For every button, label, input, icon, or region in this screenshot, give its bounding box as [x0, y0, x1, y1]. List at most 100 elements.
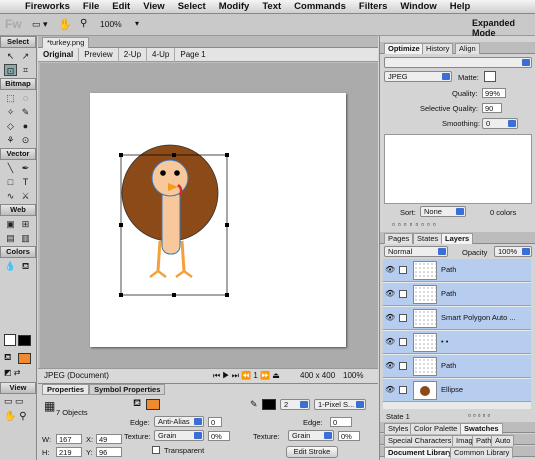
eraser-tool-icon[interactable]: ◇ [4, 120, 17, 132]
tab-history[interactable]: History [422, 43, 454, 54]
brush-tool-icon[interactable]: ✎ [19, 106, 32, 118]
preset-dropdown[interactable] [384, 57, 532, 68]
eye-icon[interactable]: 👁 [385, 289, 395, 298]
rubber-stamp-icon[interactable]: ⚘ [4, 134, 17, 146]
sort-dropdown[interactable]: None [420, 206, 466, 217]
paint-bucket-icon[interactable]: ⛾ [19, 260, 32, 272]
tab-color-palette[interactable]: Color Palette [410, 423, 462, 434]
lock-checkbox[interactable] [399, 338, 407, 346]
tab-layers[interactable]: Layers [441, 233, 474, 244]
layer-row[interactable]: 👁 Path [383, 259, 531, 282]
knife-tool-icon[interactable]: ⚔ [19, 190, 32, 202]
eye-icon[interactable]: 👁 [385, 361, 395, 370]
status-zoom[interactable]: 100% [343, 369, 363, 382]
pen-tool-icon[interactable]: ✒ [19, 162, 32, 174]
menu-help[interactable]: Help [450, 1, 471, 12]
edge-dropdown[interactable]: Anti-Alias [154, 416, 204, 427]
lock-checkbox[interactable] [399, 290, 407, 298]
rectangle-tool-icon[interactable]: □ [4, 176, 17, 188]
selective-quality-field[interactable]: 90 [482, 103, 502, 113]
frame-controls[interactable]: ⏮ ▶ ⏭ ⏪ 1 ⏩ ⏏ [213, 369, 280, 382]
menu-view[interactable]: View [143, 1, 164, 12]
tab-symbol-properties[interactable]: Symbol Properties [89, 384, 166, 395]
hand-tool-icon[interactable]: ✋ ⚲ [4, 411, 27, 422]
color-table-tools-icon[interactable]: ▫▫▫▫▫▫▫▫ [392, 220, 439, 229]
menu-filters[interactable]: Filters [359, 1, 388, 12]
lock-checkbox[interactable] [399, 266, 407, 274]
transparent-checkbox[interactable] [152, 446, 160, 454]
tab-common-library[interactable]: Common Library [450, 447, 514, 458]
slice-tool-icon[interactable]: ⊞ [19, 218, 32, 230]
layer-row[interactable]: 👁 Path [383, 283, 531, 306]
menu-select[interactable]: Select [178, 1, 206, 12]
tab-states[interactable]: States [413, 233, 443, 244]
freeform-tool-icon[interactable]: ∿ [4, 190, 17, 202]
zoom-icon[interactable]: ⚲ [80, 18, 87, 29]
canvas-size[interactable]: 400 x 400 [300, 369, 335, 382]
menu-commands[interactable]: Commands [294, 1, 346, 12]
stroke-color-well[interactable] [18, 335, 31, 346]
layer-row[interactable]: 👁 Ellipse [383, 379, 531, 402]
tab-special-characters[interactable]: Special Characters [384, 435, 456, 446]
tab-align[interactable]: Align [455, 43, 480, 54]
stroke-size[interactable]: 2 [280, 399, 310, 410]
export-format[interactable]: JPEG (Document) [44, 369, 109, 382]
layout-icon[interactable]: ▭ ▾ [32, 19, 48, 30]
lasso-tool-icon[interactable]: ◌ [19, 92, 32, 104]
tab-document-library[interactable]: Document Library [384, 447, 457, 458]
eye-icon[interactable]: 👁 [385, 313, 395, 322]
scale-tool-icon[interactable]: ⊡ [4, 64, 17, 76]
tab-styles[interactable]: Styles [384, 423, 413, 434]
view-preview[interactable]: Preview [79, 47, 119, 62]
turkey-artwork[interactable] [90, 93, 346, 347]
stroke-color[interactable] [262, 399, 276, 410]
format-dropdown[interactable]: JPEG [384, 71, 452, 82]
y-field[interactable]: 96 [96, 447, 122, 457]
opacity-dropdown[interactable]: 100% [494, 246, 532, 257]
zoom-dropdown-icon[interactable]: ▾ [135, 19, 139, 28]
hide-slices-icon[interactable]: ▤ [4, 232, 17, 244]
h-field[interactable]: 219 [56, 447, 82, 457]
menu-edit[interactable]: Edit [112, 1, 130, 12]
view-original[interactable]: Original [38, 47, 80, 62]
crop-tool-icon[interactable]: ⌗ [19, 64, 32, 76]
tab-pages[interactable]: Pages [384, 233, 414, 244]
turkey-neck[interactable] [161, 187, 181, 255]
view-2up[interactable]: 2-Up [119, 47, 148, 62]
fill-color[interactable] [146, 399, 160, 410]
pointer-tool-icon[interactable]: ↖ [4, 50, 17, 62]
texture2-percent[interactable]: 0% [338, 431, 360, 441]
smoothing-dropdown[interactable]: 0 [482, 118, 518, 129]
layer-row[interactable]: 👁 • • [383, 331, 531, 354]
menu-file[interactable]: File [83, 1, 99, 12]
tab-swatches[interactable]: Swatches [460, 423, 503, 434]
hotspot-tool-icon[interactable]: ▣ [4, 218, 17, 230]
lock-checkbox[interactable] [399, 314, 407, 322]
lock-checkbox[interactable] [399, 386, 407, 394]
w-field[interactable]: 167 [56, 434, 82, 444]
menu-modify[interactable]: Modify [219, 1, 250, 12]
workspace-mode[interactable]: Expanded Mode [472, 18, 535, 38]
blend-mode-dropdown[interactable]: Normal [384, 246, 448, 257]
replace-color-icon[interactable]: ⊙ [19, 134, 32, 146]
texture-dropdown[interactable]: Grain [154, 430, 204, 441]
eyedropper-tool-icon[interactable]: 💧 [4, 260, 17, 272]
layer-tools-icon[interactable]: ▫▫▫▫▫ [468, 411, 492, 420]
view-4up[interactable]: 4-Up [147, 47, 176, 62]
edit-stroke-button[interactable]: Edit Stroke [286, 446, 338, 458]
line-tool-icon[interactable]: ╲ [4, 162, 17, 174]
zoom-level[interactable]: 100% [100, 19, 122, 29]
tab-optimize[interactable]: Optimize [384, 43, 424, 54]
canvas[interactable] [90, 93, 346, 347]
swap-colors-icon[interactable]: ◩ ⇄ [4, 368, 20, 377]
layer-row[interactable]: 👁 Path [383, 355, 531, 378]
eye-icon[interactable]: 👁 [385, 337, 395, 346]
x-field[interactable]: 49 [96, 434, 122, 444]
eye-icon[interactable]: 👁 [385, 265, 395, 274]
magic-wand-icon[interactable]: ✧ [4, 106, 17, 118]
stroke-color-swatch[interactable] [4, 334, 16, 346]
tab-auto[interactable]: Auto [491, 435, 515, 446]
blur-tool-icon[interactable]: ● [19, 120, 32, 132]
marquee-tool-icon[interactable]: ⬚ [4, 92, 17, 104]
texture2-dropdown[interactable]: Grain [288, 430, 334, 441]
